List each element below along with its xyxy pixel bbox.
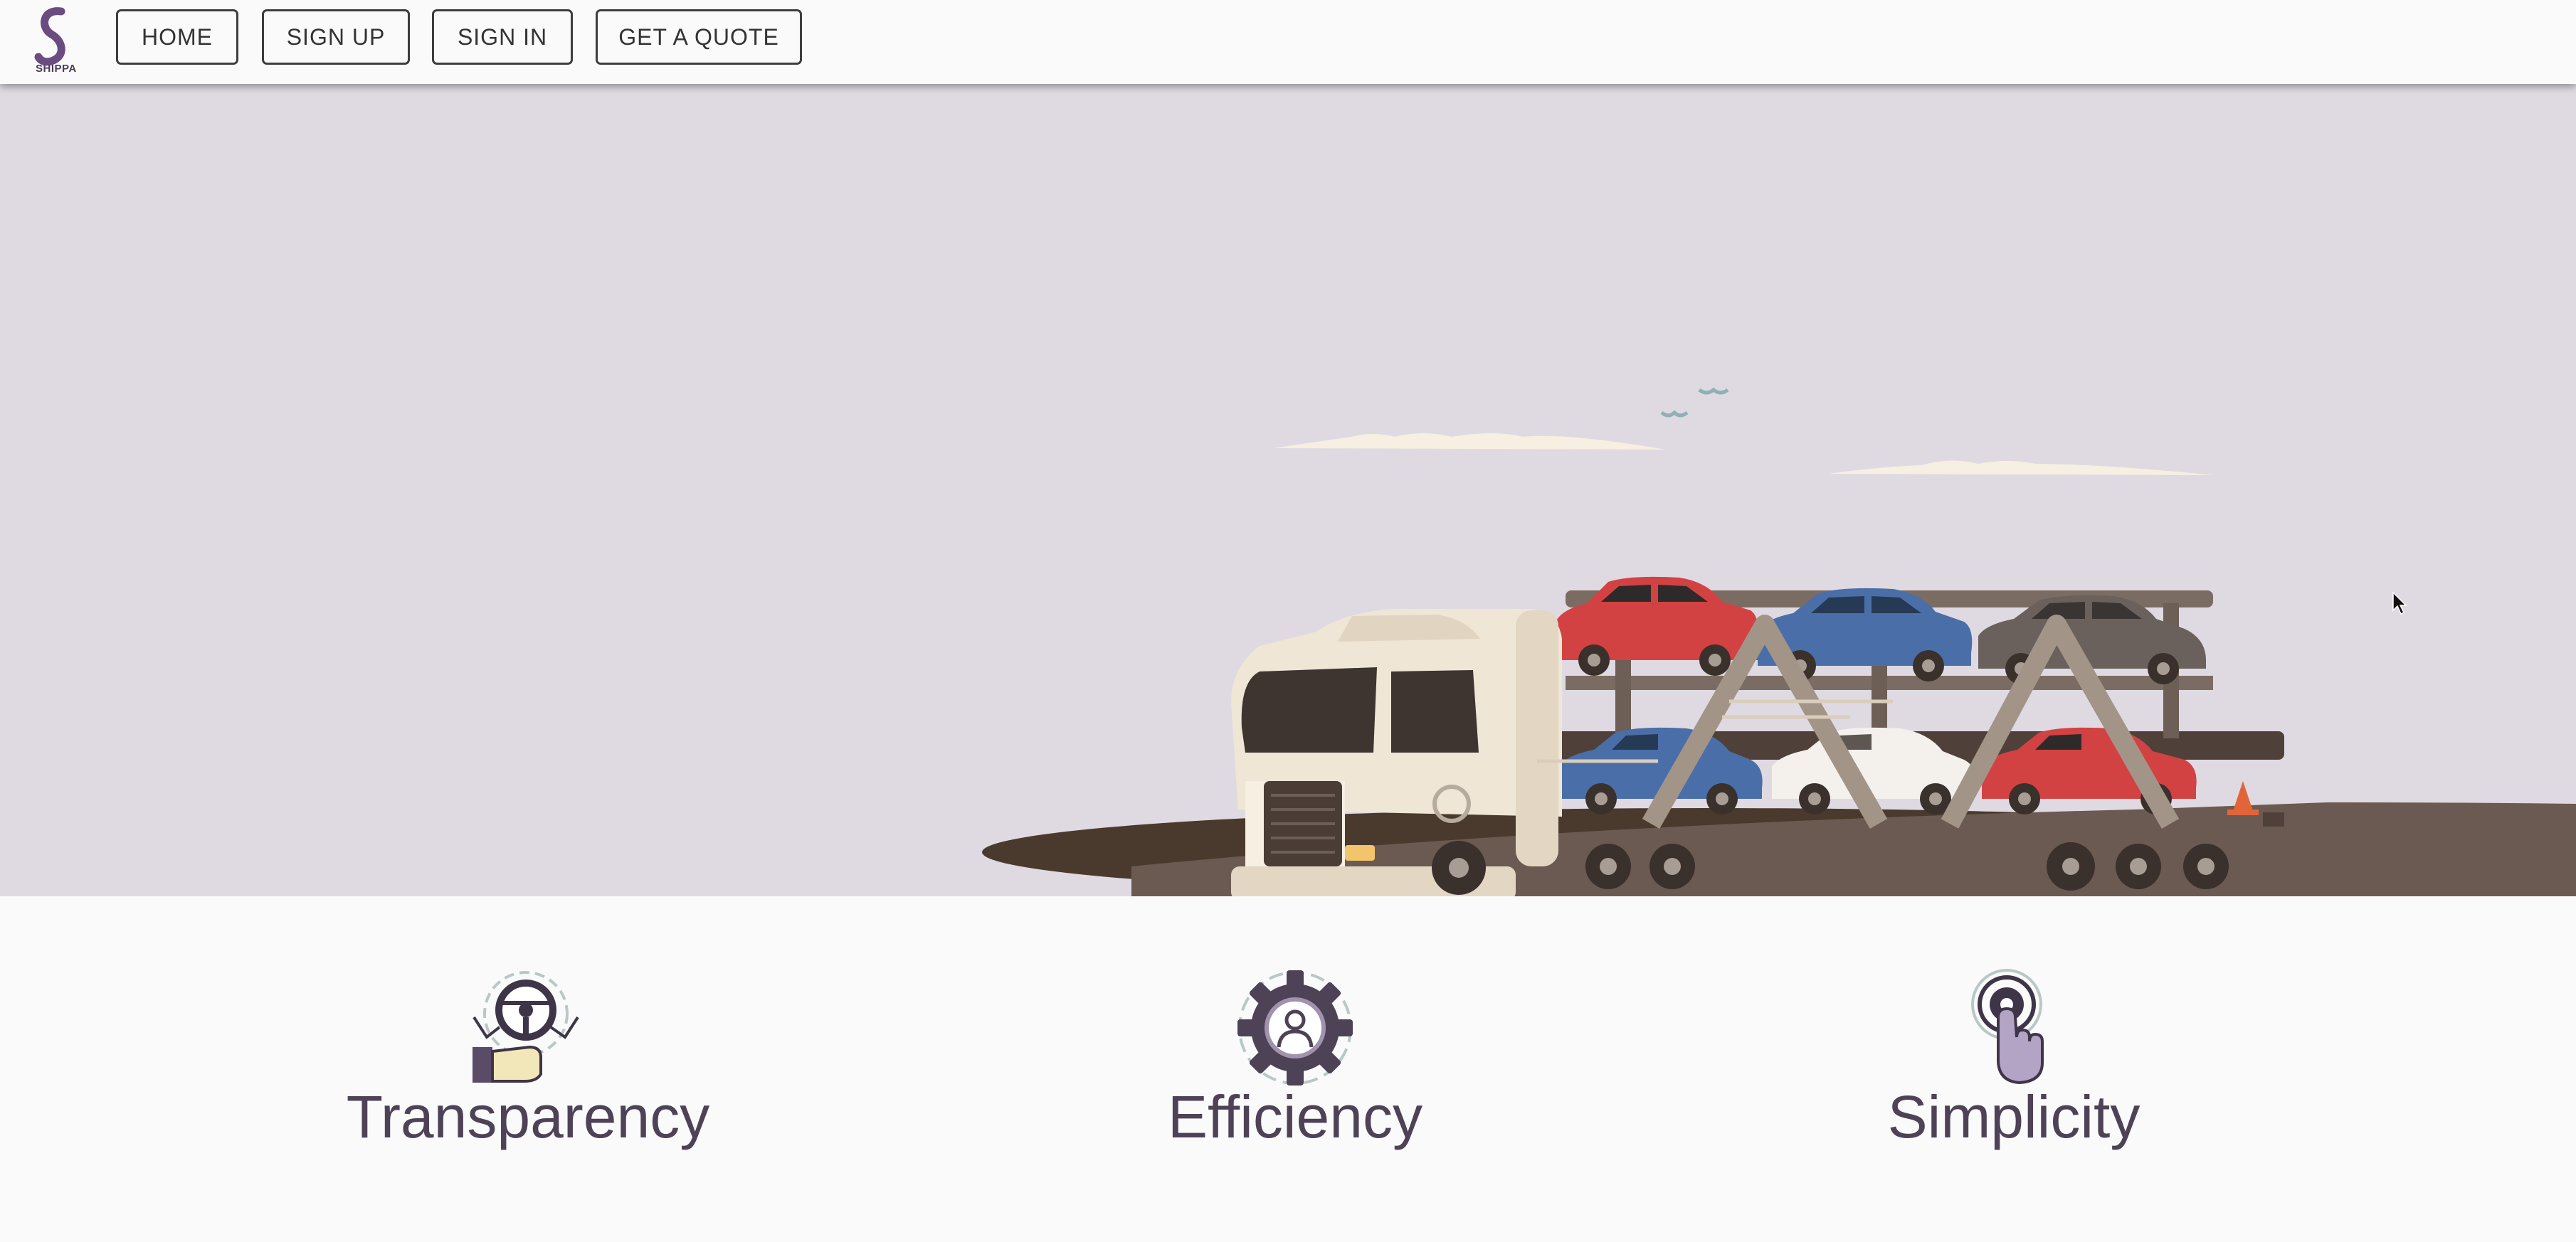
car-carrier-truck-illustration (982, 387, 2576, 896)
home-button[interactable]: HOME (116, 9, 238, 65)
transparency-title: Transparency (346, 1083, 710, 1150)
sign-up-button[interactable]: SIGN UP (262, 9, 410, 65)
logo-text: SHIPPA (36, 63, 77, 75)
hero-banner (0, 84, 2576, 896)
top-navbar: SHIPPA HOME SIGN UP SIGN IN GET A QUOTE (0, 0, 2576, 84)
birds (1660, 387, 1729, 418)
touch-target-icon (1971, 969, 2044, 1085)
mouse-cursor-icon (2392, 592, 2407, 615)
simplicity-title: Simplicity (1887, 1083, 2140, 1150)
steering-magnifier-icon (473, 971, 579, 1083)
sign-in-button[interactable]: SIGN IN (432, 9, 573, 65)
clouds (1274, 433, 2213, 475)
feature-efficiency: Efficiency (1046, 896, 1544, 1195)
get-a-quote-button[interactable]: GET A QUOTE (596, 9, 802, 65)
efficiency-title: Efficiency (1168, 1083, 1422, 1150)
feature-simplicity: Simplicity (1765, 896, 2263, 1195)
feature-transparency: Transparency (279, 896, 777, 1195)
features-section: Transparency Efficiency Simplicity (0, 896, 2576, 1242)
gear-person-icon (1237, 970, 1353, 1086)
